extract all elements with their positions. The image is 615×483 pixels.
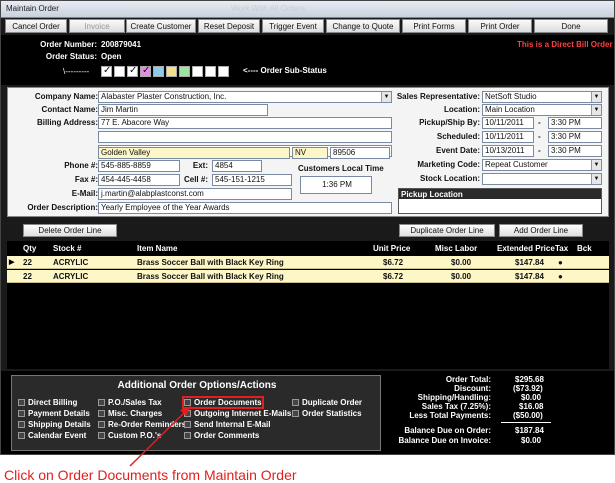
annotation-caption: Click on Order Documents from Maintain O… — [4, 467, 297, 483]
annotation-arrow — [129, 406, 191, 467]
